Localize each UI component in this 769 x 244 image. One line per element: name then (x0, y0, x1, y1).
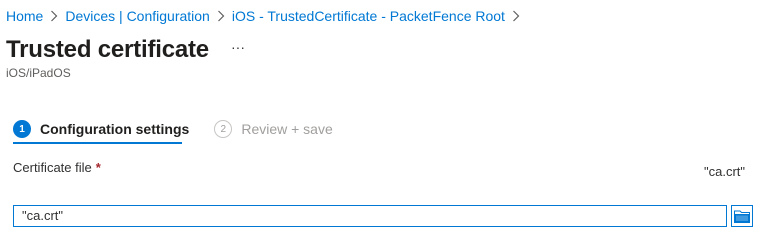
step-configuration-settings[interactable]: 1 Configuration settings (13, 118, 189, 140)
breadcrumb-devices-configuration[interactable]: Devices | Configuration (65, 8, 209, 24)
step-label: Configuration settings (40, 121, 190, 137)
breadcrumb-home[interactable]: Home (6, 8, 43, 24)
step-review-save[interactable]: 2 Review + save (214, 118, 333, 140)
certificate-file-value: "ca.crt" (703, 164, 745, 179)
chevron-right-icon (210, 10, 232, 22)
browse-file-button[interactable] (731, 205, 753, 227)
step-number-badge: 2 (214, 120, 233, 138)
wizard-steps: 1 Configuration settings 2 Review + save (13, 118, 333, 140)
certificate-file-label-text: Certificate file (13, 160, 92, 175)
certificate-file-label: Certificate file * (13, 160, 101, 175)
chevron-right-icon (505, 10, 527, 22)
step-label: Review + save (241, 121, 333, 137)
step-number-badge: 1 (13, 120, 31, 138)
required-marker: * (95, 160, 101, 175)
breadcrumb-profile[interactable]: iOS - TrustedCertificate - PacketFence R… (232, 8, 505, 24)
more-options-button[interactable]: ··· (228, 40, 248, 60)
folder-icon (734, 210, 750, 223)
certificate-file-input[interactable]: "ca.crt" (13, 205, 727, 227)
breadcrumb: Home Devices | Configuration iOS - Trust… (6, 8, 527, 24)
active-step-underline (13, 142, 182, 144)
page-subtitle: iOS/iPadOS (6, 66, 71, 80)
chevron-right-icon (43, 10, 65, 22)
page-title: Trusted certificate (6, 36, 209, 63)
